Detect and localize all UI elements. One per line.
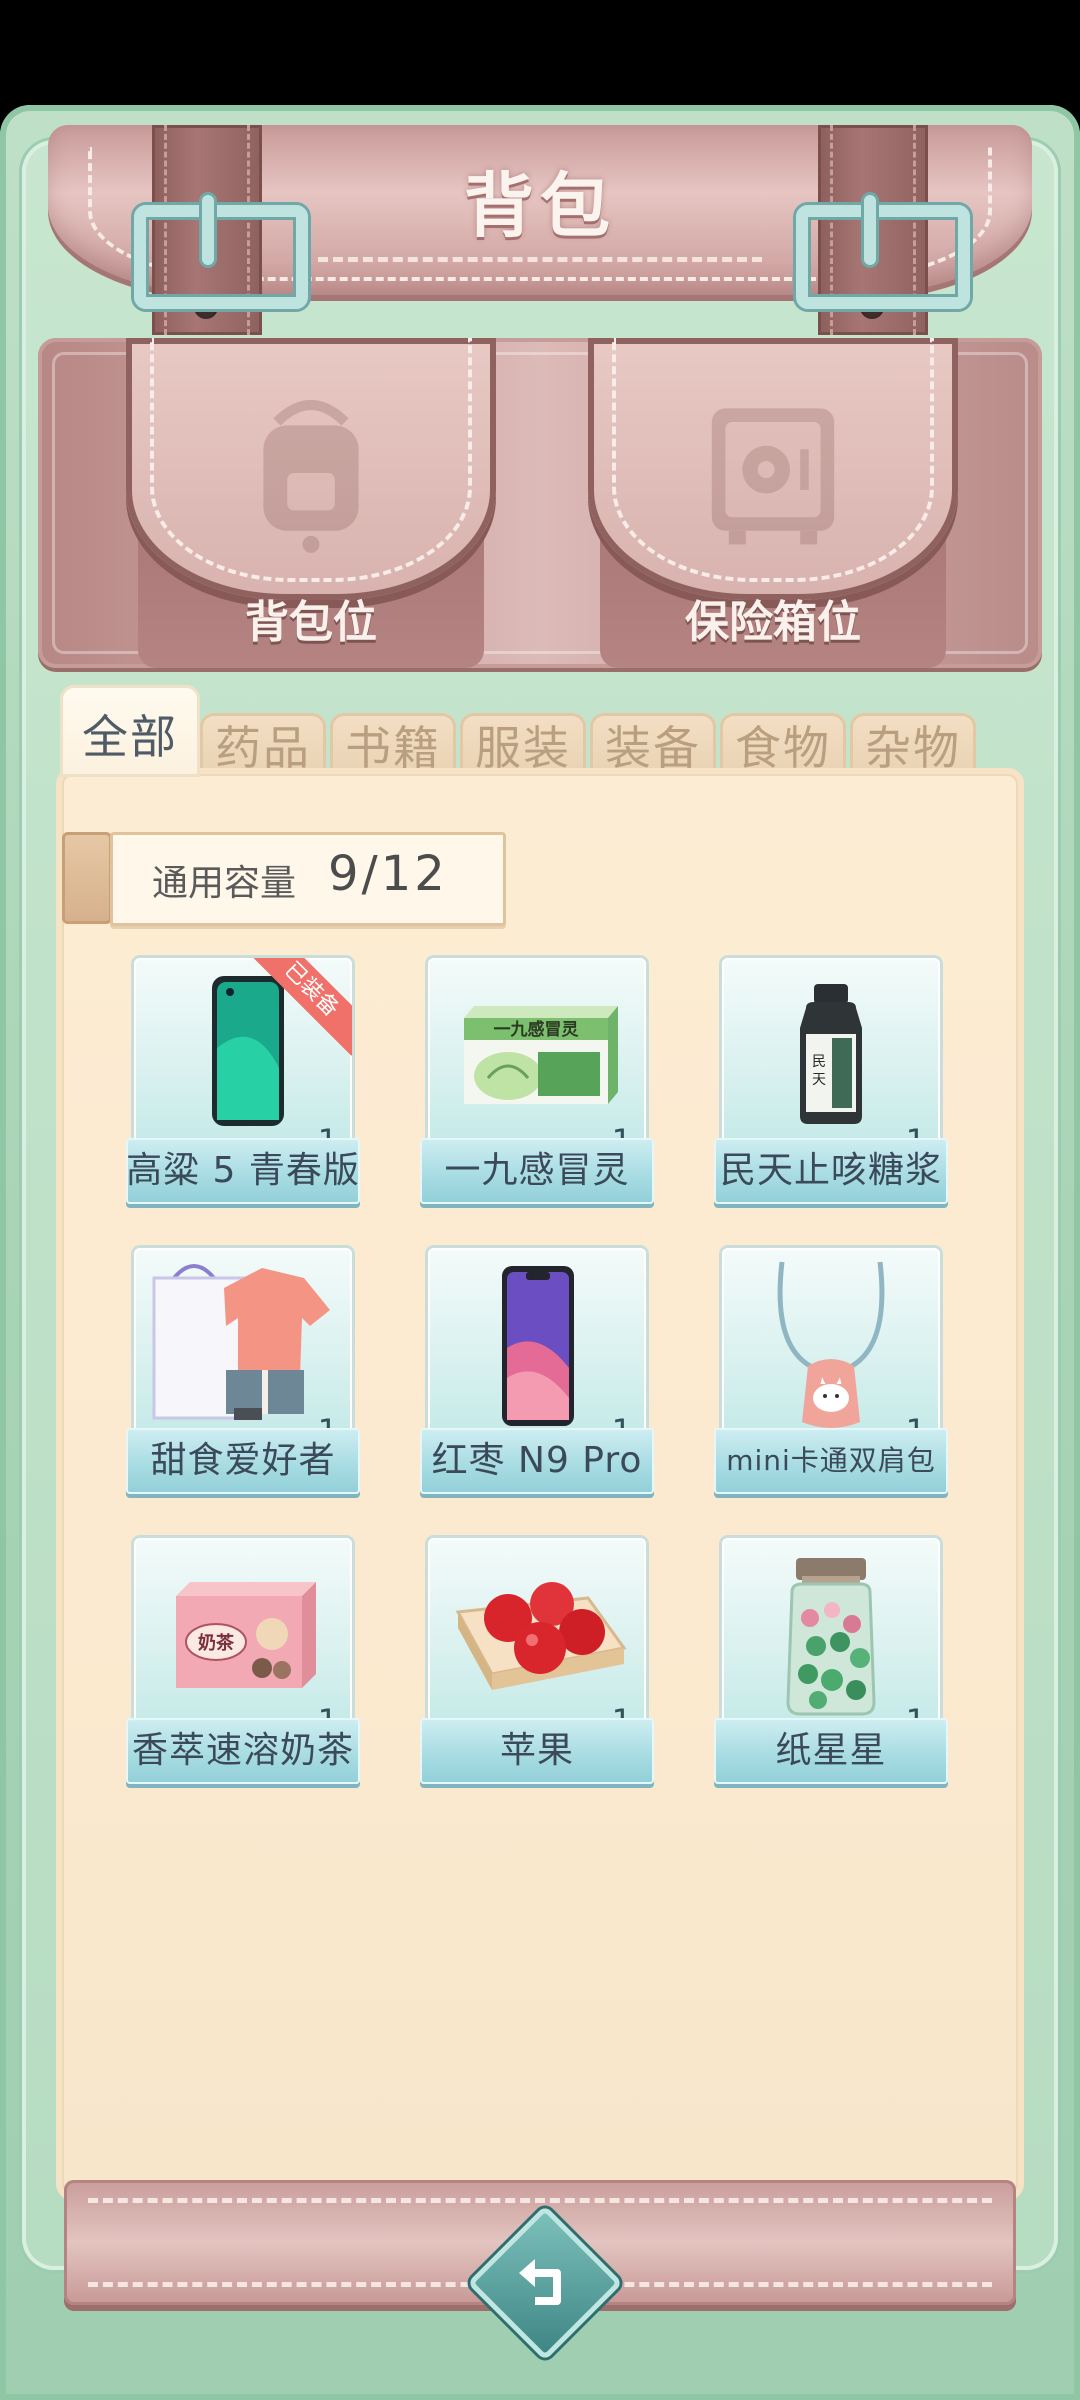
slot-label: 保险箱位 bbox=[685, 597, 861, 648]
return-arrow-icon bbox=[519, 2259, 561, 2305]
item-name: 高粱 5 青春版 bbox=[126, 1138, 360, 1204]
item-slot[interactable]: 1 红枣 N9 Pro bbox=[420, 1248, 654, 1498]
page-title: 背包 bbox=[464, 165, 616, 247]
capacity-value: 9/12 bbox=[328, 846, 448, 902]
item-slot[interactable]: 一九感冒灵 1 一九感冒灵 bbox=[420, 958, 654, 1208]
category-tabs: 全部 药品 书籍 服装 装备 食物 杂物 bbox=[60, 685, 1020, 777]
tab-medicine[interactable]: 药品 bbox=[200, 713, 326, 777]
item-slot[interactable]: 奶茶 1 香萃速溶奶茶 bbox=[126, 1538, 360, 1788]
tab-clothing[interactable]: 服装 bbox=[460, 713, 586, 777]
item-name: mini卡通双肩包 bbox=[714, 1428, 948, 1494]
item-slot[interactable]: 民 天 1 民天止咳糖浆 bbox=[714, 958, 948, 1208]
item-name: 民天止咳糖浆 bbox=[714, 1138, 948, 1204]
tab-all[interactable]: 全部 bbox=[60, 685, 200, 777]
tab-food[interactable]: 食物 bbox=[720, 713, 846, 777]
item-name: 纸星星 bbox=[714, 1718, 948, 1784]
item-name: 一九感冒灵 bbox=[420, 1138, 654, 1204]
item-name: 香萃速溶奶茶 bbox=[126, 1718, 360, 1784]
item-slot[interactable]: 1 纸星星 bbox=[714, 1538, 948, 1788]
item-slot[interactable]: 1 甜食爱好者 bbox=[126, 1248, 360, 1498]
capacity-indicator: 通用容量 9/12 bbox=[62, 832, 506, 926]
item-name: 苹果 bbox=[420, 1718, 654, 1784]
item-name: 红枣 N9 Pro bbox=[420, 1428, 654, 1494]
item-slot[interactable]: 1 mini卡通双肩包 bbox=[714, 1248, 948, 1498]
slot-label: 背包位 bbox=[245, 597, 377, 648]
tab-books[interactable]: 书籍 bbox=[330, 713, 456, 777]
safe-icon bbox=[711, 408, 835, 545]
tab-equipment[interactable]: 装备 bbox=[590, 713, 716, 777]
svg-text:民: 民 bbox=[812, 1054, 826, 1070]
item-name: 甜食爱好者 bbox=[126, 1428, 360, 1494]
item-slot[interactable]: 1 苹果 bbox=[420, 1538, 654, 1788]
box-label: 一九感冒灵 bbox=[494, 1019, 580, 1040]
box-label: 奶茶 bbox=[198, 1632, 235, 1654]
svg-text:天: 天 bbox=[812, 1072, 826, 1088]
slot-safe[interactable]: 保险箱位 bbox=[588, 338, 958, 668]
backpack-icon bbox=[263, 399, 359, 553]
tab-misc[interactable]: 杂物 bbox=[850, 713, 976, 777]
slot-backpack[interactable]: 背包位 bbox=[126, 338, 496, 668]
capacity-label: 通用容量 bbox=[152, 863, 297, 904]
item-slot[interactable]: 已装备 1 高粱 5 青春版 bbox=[126, 958, 360, 1208]
